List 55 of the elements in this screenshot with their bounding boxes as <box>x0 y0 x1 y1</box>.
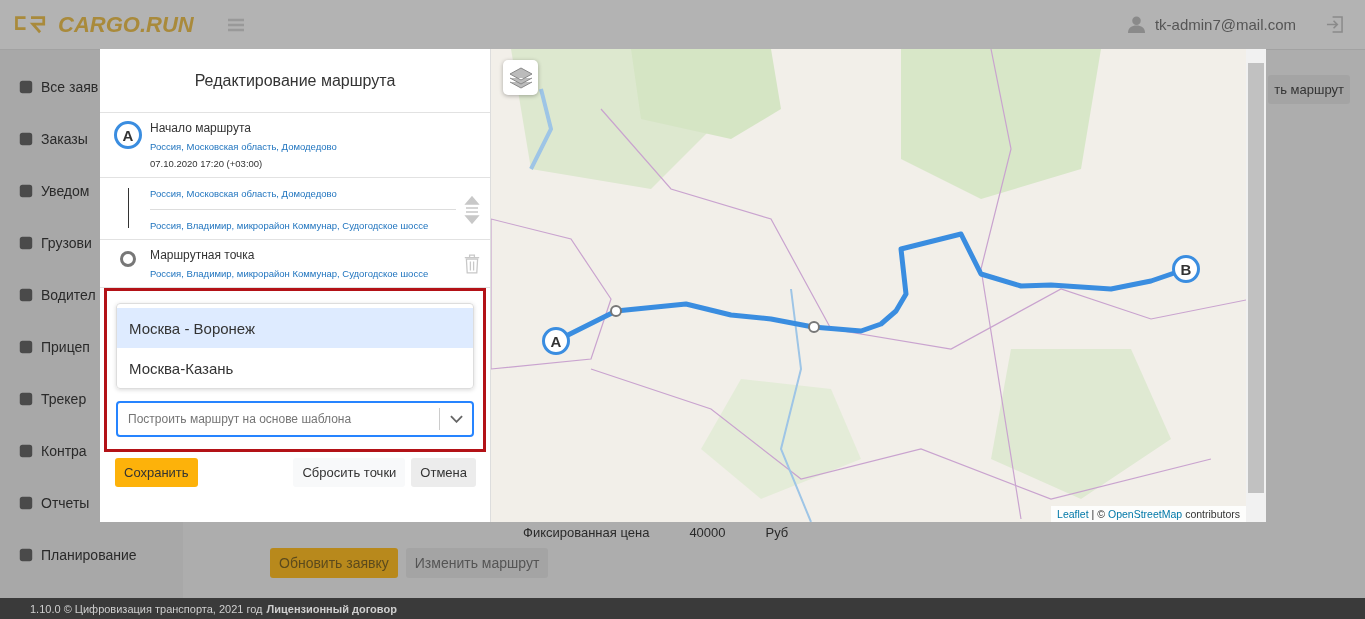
logout-icon[interactable] <box>1326 16 1343 33</box>
dropdown-option[interactable]: Москва - Воронеж <box>117 308 473 348</box>
template-select[interactable]: Построить маршрут на основе шаблона <box>116 401 474 437</box>
openstreetmap-link[interactable]: OpenStreetMap <box>1108 508 1183 520</box>
license-link[interactable]: Лицензионный договор <box>266 602 397 615</box>
address-link[interactable]: Россия, Владимир, микрорайон Коммунар, Судогодское шоссе <box>150 268 456 279</box>
sidebar-item-icon <box>18 287 34 303</box>
sidebar-item-icon <box>18 183 34 199</box>
sidebar-item-icon <box>18 131 34 147</box>
start-marker: A <box>114 121 142 149</box>
field-value: 40000 <box>689 525 726 540</box>
address-link[interactable]: Россия, Московская область, Домодедово <box>150 141 480 152</box>
unit-label: Руб <box>765 525 789 540</box>
address-link[interactable]: Россия, Московская область, Домодедово <box>150 188 456 199</box>
user-email[interactable]: tk-admin7@mail.com <box>1154 16 1296 33</box>
dialog-button[interactable]: Сбросить точки <box>293 458 406 487</box>
attribution-separator: | © <box>1091 508 1105 520</box>
sidebar-item-icon <box>18 339 34 355</box>
attribution-text: contributors <box>1185 508 1240 520</box>
point-label: Начало маршрута <box>150 121 252 135</box>
layers-button[interactable] <box>503 60 538 95</box>
sidebar-item[interactable]: Отчеты <box>41 495 90 511</box>
sidebar-item[interactable]: Уведом <box>41 183 90 199</box>
sidebar-item[interactable]: Трекер <box>41 391 87 407</box>
change-route-button[interactable]: ть маршрут <box>1268 75 1350 104</box>
sidebar-item-icon <box>18 79 34 95</box>
scrollbar[interactable] <box>1246 49 1266 522</box>
dialog-button[interactable]: Сохранить <box>115 458 198 487</box>
logo-text: CARGO.RUN <box>58 11 194 38</box>
swap-icon[interactable] <box>464 195 480 224</box>
sidebar-item[interactable]: Все заяв <box>41 79 99 95</box>
chevron-down-icon[interactable] <box>450 415 463 423</box>
sidebar-item-icon <box>18 391 34 407</box>
waypoint-marker-icon <box>120 251 136 267</box>
dialog-button[interactable]: Отмена <box>411 458 476 487</box>
field-label: Фиксированная цена <box>523 525 650 540</box>
user-icon <box>1127 16 1145 33</box>
address-link[interactable]: Россия, Владимир, микрорайон Коммунар, Судогодское шоссе <box>150 220 456 231</box>
sidebar-item[interactable]: Водител <box>41 287 96 303</box>
sidebar-item-icon <box>18 443 34 459</box>
sidebar-item-icon <box>18 547 34 563</box>
sidebar-item[interactable]: Планирование <box>41 547 137 563</box>
footer-text: 1.10.0 © Цифровизация транспорта, 2021 год <box>30 602 263 615</box>
sidebar-item-icon <box>18 495 34 511</box>
point-label: Маршрутная точка <box>150 248 256 262</box>
dropdown-option[interactable]: Москва-Казань <box>117 348 473 388</box>
dialog-title: Редактирование маршрута <box>100 49 490 113</box>
sidebar-item[interactable]: Заказы <box>41 131 88 147</box>
sidebar-item[interactable]: Прицеп <box>41 339 90 355</box>
leaflet-link[interactable]: Leaflet <box>1057 508 1089 520</box>
sidebar-item-icon <box>18 235 34 251</box>
sidebar-item[interactable]: Грузови <box>41 235 92 251</box>
menu-icon[interactable] <box>227 17 244 32</box>
sidebar-item[interactable]: Контра <box>41 443 87 459</box>
point-datetime: 07.10.2020 17:20 (+03:00) <box>150 158 264 169</box>
